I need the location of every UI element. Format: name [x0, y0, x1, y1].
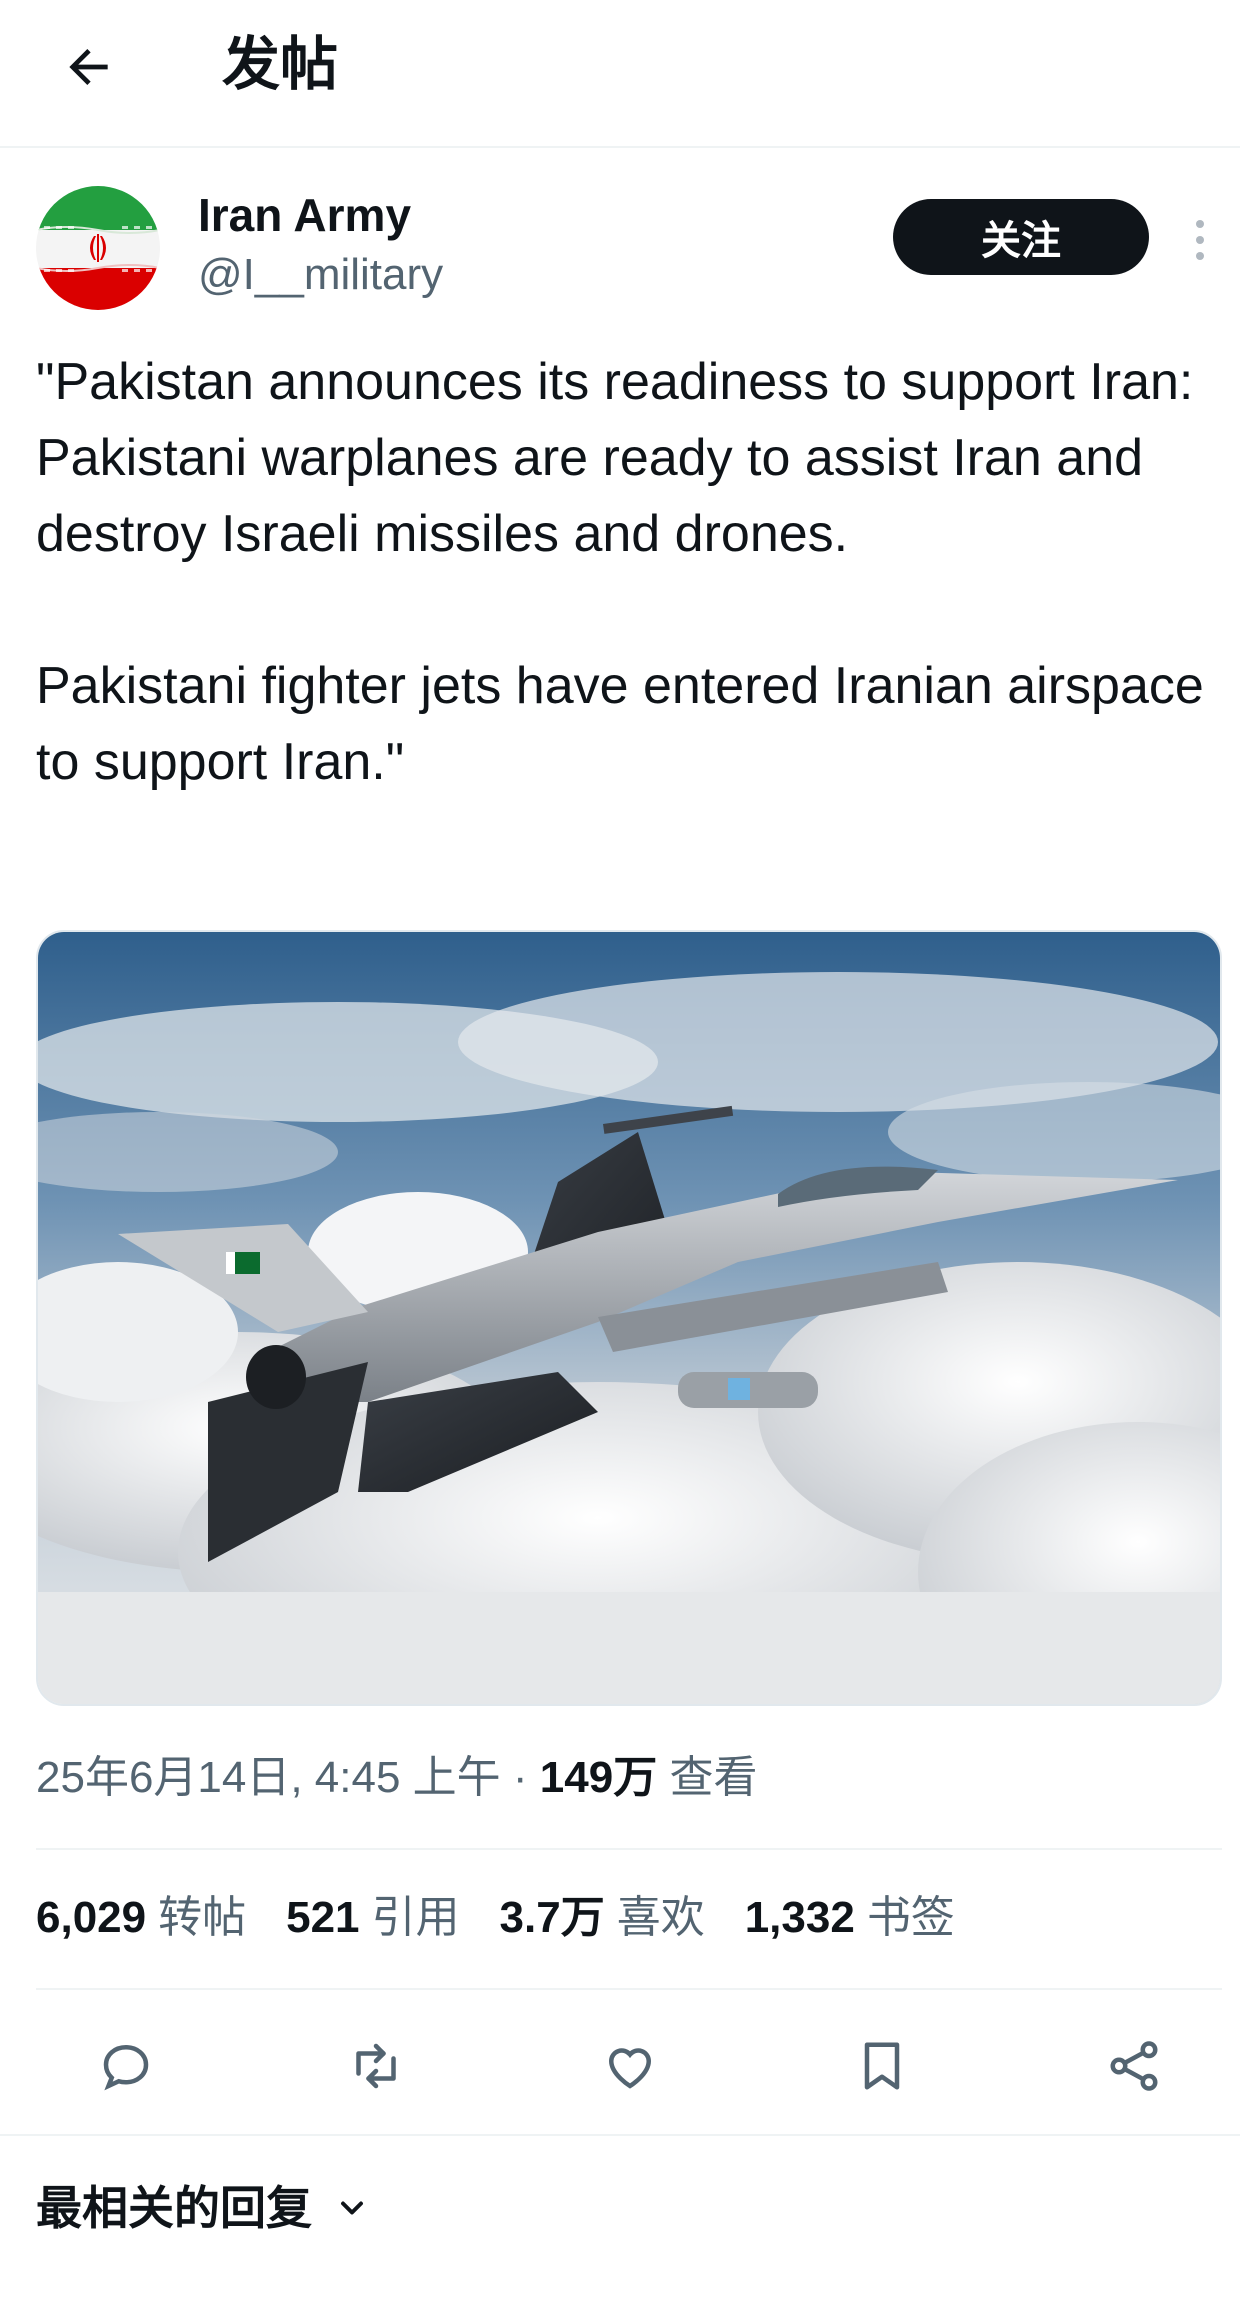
- tweet-paragraph: Pakistani fighter jets have entered Iran…: [36, 657, 1204, 791]
- repost-icon: [356, 2043, 396, 2089]
- likes-stat[interactable]: 3.7万 喜欢: [500, 1886, 705, 1950]
- replies-sort-dropdown[interactable]: 最相关的回复: [36, 2178, 370, 2238]
- post-detail-page: 发帖 Iran Army @I__military 关注 "Pakistan a…: [0, 0, 1240, 2298]
- bookmark-icon: [864, 2042, 900, 2090]
- reply-icon: [103, 2044, 149, 2091]
- divider: [36, 1848, 1222, 1850]
- more-vertical-icon: [1196, 220, 1204, 260]
- share-icon: [1110, 2041, 1158, 2091]
- views-count: 149万: [539, 1753, 658, 1802]
- back-button[interactable]: [44, 22, 134, 112]
- post-meta: 25年6月14日, 4:45 上午 · 149万 查看: [36, 1746, 757, 1810]
- tweet-media-image[interactable]: [36, 930, 1222, 1706]
- avatar[interactable]: [36, 186, 160, 310]
- meta-separator: ·: [512, 1753, 528, 1802]
- quotes-label: 引用: [371, 1893, 460, 1942]
- reposts-stat[interactable]: 6,029 转帖: [36, 1886, 246, 1950]
- tweet-paragraph: "Pakistan announces its readiness to sup…: [36, 353, 1194, 563]
- quotes-count: 521: [286, 1893, 360, 1942]
- bookmarks-label: 书签: [866, 1893, 955, 1942]
- bookmarks-count: 1,332: [744, 1893, 855, 1942]
- reply-button[interactable]: [86, 2026, 166, 2106]
- quotes-stat[interactable]: 521 引用: [286, 1886, 459, 1950]
- fighter-jet-photo: [38, 932, 1220, 1704]
- repost-button[interactable]: [336, 2026, 416, 2106]
- bookmarks-stat[interactable]: 1,332 书签: [745, 1886, 955, 1950]
- bookmark-button[interactable]: [842, 2026, 922, 2106]
- post-timestamp: 25年6月14日, 4:45 上午: [36, 1753, 501, 1802]
- divider: [36, 1988, 1222, 1990]
- chevron-down-icon: [341, 2201, 363, 2215]
- page-title: 发帖: [222, 32, 339, 97]
- likes-label: 喜欢: [616, 1893, 705, 1942]
- engagement-stats: 6,029 转帖 521 引用 3.7万 喜欢 1,332 书签: [36, 1886, 955, 1950]
- reposts-count: 6,029: [36, 1893, 147, 1942]
- arrow-left-icon: [69, 49, 108, 85]
- likes-count: 3.7万: [499, 1893, 605, 1942]
- more-button[interactable]: [1180, 210, 1220, 270]
- divider: [0, 2134, 1240, 2136]
- reposts-label: 转帖: [158, 1893, 247, 1942]
- top-bar: 发帖: [0, 0, 1240, 148]
- iran-flag-avatar-icon: [36, 186, 160, 310]
- author-handle[interactable]: @I__military: [198, 248, 443, 302]
- like-button[interactable]: [590, 2026, 670, 2106]
- views-label: 查看: [669, 1753, 758, 1802]
- like-icon: [608, 2048, 652, 2089]
- follow-button[interactable]: 关注: [893, 199, 1149, 275]
- share-button[interactable]: [1094, 2026, 1174, 2106]
- author-name[interactable]: Iran Army: [198, 188, 411, 242]
- tweet-text: "Pakistan announces its readiness to sup…: [36, 344, 1216, 800]
- replies-sort-label: 最相关的回复: [36, 2182, 312, 2234]
